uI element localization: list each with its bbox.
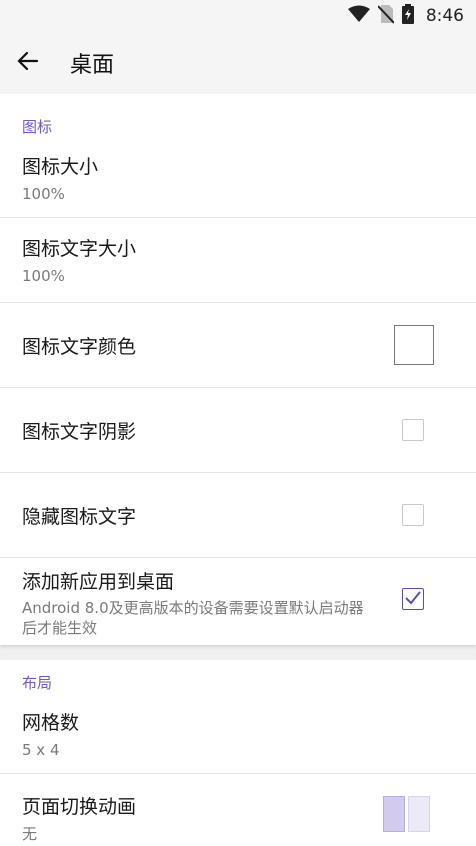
icon-text-color-setting[interactable]: 图标文字颜色 bbox=[0, 303, 476, 388]
wifi-icon bbox=[347, 5, 370, 27]
grid-count-setting[interactable]: 网格数 5 x 4 bbox=[0, 700, 476, 774]
layout-section: 布局 网格数 5 x 4 页面切换动画 无 bbox=[0, 660, 476, 846]
setting-value: 无 bbox=[22, 825, 38, 843]
icon-text-size-setting[interactable]: 图标文字大小 100% bbox=[0, 218, 476, 303]
status-time: 8:46 bbox=[425, 6, 464, 26]
icon-text-shadow-setting[interactable]: 图标文字阴影 bbox=[0, 388, 476, 473]
setting-value: 100% bbox=[22, 267, 65, 285]
setting-title: 隐藏图标文字 bbox=[22, 505, 137, 528]
icons-section: 图标 图标大小 100% 图标文字大小 100% 图标文字颜色 图标文字阴影 隐… bbox=[0, 94, 476, 645]
battery-charging-icon bbox=[401, 4, 414, 28]
preview-page bbox=[383, 796, 405, 832]
page-transition-setting[interactable]: 页面切换动画 无 bbox=[0, 774, 476, 843]
no-sim-icon bbox=[377, 4, 395, 28]
transition-preview bbox=[383, 796, 430, 832]
setting-title: 图标文字颜色 bbox=[22, 335, 137, 358]
status-bar: 8:46 bbox=[0, 0, 476, 32]
add-new-apps-setting[interactable]: 添加新应用到桌面 Android 8.0及更高版本的设备需要设置默认启动器后才能… bbox=[0, 558, 476, 643]
hide-icon-text-setting[interactable]: 隐藏图标文字 bbox=[0, 473, 476, 558]
setting-title: 图标文字大小 bbox=[22, 238, 137, 260]
page-title: 桌面 bbox=[70, 53, 115, 78]
setting-title: 网格数 bbox=[22, 712, 80, 734]
color-swatch[interactable] bbox=[394, 325, 434, 365]
setting-summary: Android 8.0及更高版本的设备需要设置默认启动器后才能生效 bbox=[22, 599, 364, 637]
setting-title: 添加新应用到桌面 bbox=[22, 571, 175, 593]
setting-value: 5 x 4 bbox=[22, 741, 60, 759]
setting-title: 图标大小 bbox=[22, 156, 99, 178]
section-header-icons: 图标 bbox=[22, 118, 53, 136]
arrow-left-icon bbox=[17, 50, 39, 76]
back-button[interactable] bbox=[0, 35, 56, 91]
setting-title: 图标文字阴影 bbox=[22, 420, 137, 443]
setting-value: 100% bbox=[22, 185, 65, 203]
section-header-layout: 布局 bbox=[22, 674, 53, 692]
check-icon bbox=[405, 590, 421, 609]
setting-title: 页面切换动画 bbox=[22, 796, 137, 818]
app-bar: 桌面 bbox=[0, 32, 476, 94]
add-new-apps-checkbox[interactable] bbox=[402, 588, 424, 610]
icon-text-shadow-checkbox[interactable] bbox=[402, 419, 424, 441]
preview-page bbox=[408, 796, 430, 832]
hide-icon-text-checkbox[interactable] bbox=[402, 504, 424, 526]
icon-size-setting[interactable]: 图标大小 100% bbox=[0, 144, 476, 218]
